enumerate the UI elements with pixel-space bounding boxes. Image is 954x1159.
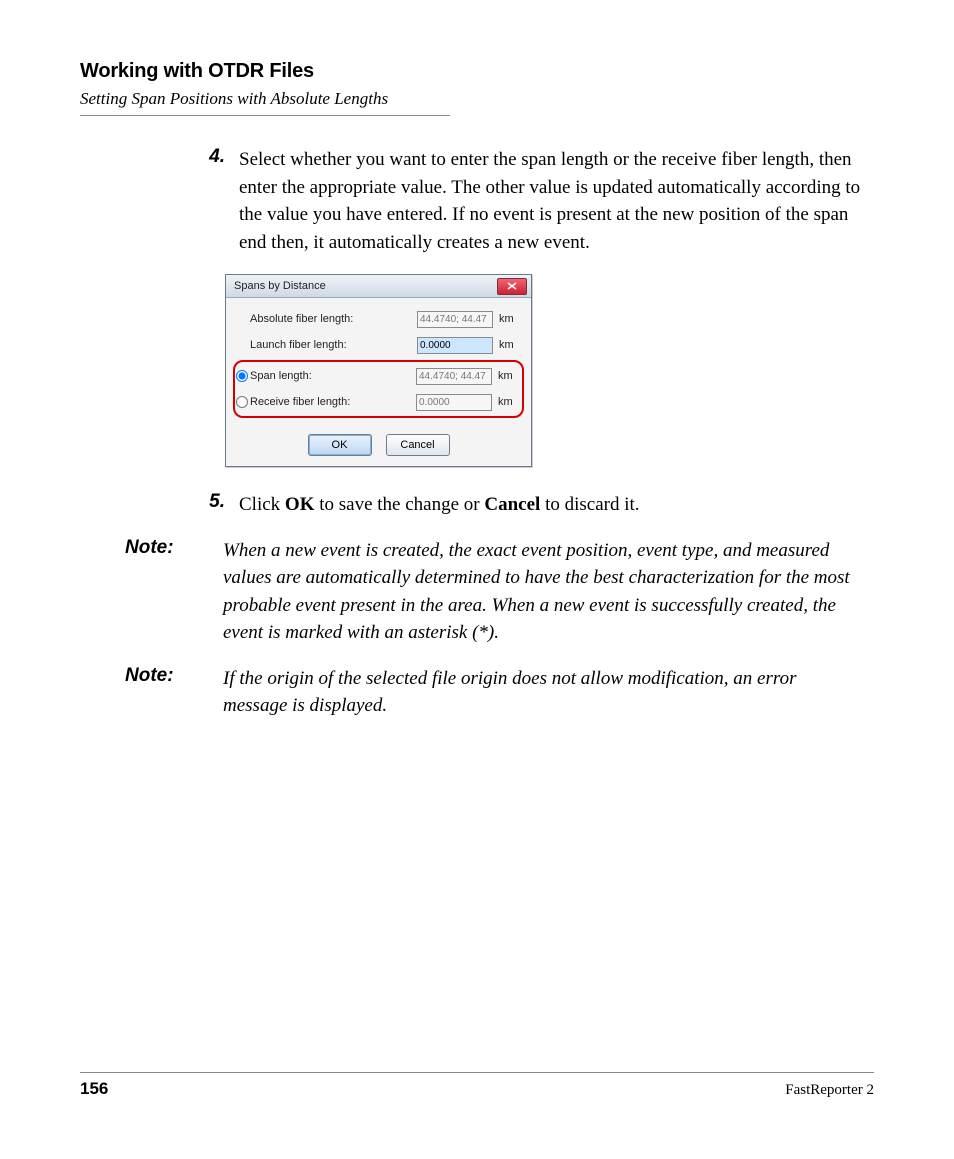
note-2: Note: If the origin of the selected file… [125,665,864,720]
page-heading: Working with OTDR Files [80,60,874,83]
product-name: FastReporter 2 [785,1082,874,1099]
dialog-titlebar[interactable]: Spans by Distance [226,275,531,298]
step-text: Select whether you want to enter the spa… [239,146,864,256]
label-launch-length: Launch fiber length: [250,339,417,351]
text-fragment: to save the change or [314,494,484,515]
footer-rule [80,1072,874,1073]
note-1: Note: When a new event is created, the e… [125,537,864,647]
ok-button[interactable]: OK [308,434,372,456]
close-icon[interactable] [497,278,527,295]
label-receive-length: Receive fiber length: [250,396,416,408]
text-fragment: to discard it. [540,494,639,515]
step-number: 4. [195,146,239,256]
note-label: Note: [125,537,223,647]
label-absolute-length: Absolute fiber length: [250,313,417,325]
step-4: 4. Select whether you want to enter the … [195,146,864,256]
highlight-box: Span length: km Receive fiber length: km [233,360,524,418]
row-receive-length[interactable]: Receive fiber length: km [236,389,520,415]
label-span-length: Span length: [250,370,416,382]
header-rule [80,115,450,116]
note-label: Note: [125,665,223,720]
step-text: Click OK to save the change or Cancel to… [239,491,864,519]
input-span-length[interactable] [416,368,492,385]
page-number: 156 [80,1079,108,1099]
step-5: 5. Click OK to save the change or Cancel… [195,491,864,519]
note-text: When a new event is created, the exact e… [223,537,864,647]
spans-by-distance-dialog: Spans by Distance Absolute fiber length:… [225,274,532,467]
row-span-length[interactable]: Span length: km [236,363,520,389]
step-number: 5. [195,491,239,519]
row-absolute-length: Absolute fiber length: km [236,306,521,332]
text-fragment: Click [239,494,285,515]
unit-km: km [493,313,521,325]
input-receive-length[interactable] [416,394,492,411]
cancel-button[interactable]: Cancel [386,434,450,456]
radio-span-length[interactable] [236,370,248,382]
unit-km: km [492,370,520,382]
radio-receive-length[interactable] [236,396,248,408]
unit-km: km [493,339,521,351]
note-text: If the origin of the selected file origi… [223,665,864,720]
row-launch-length: Launch fiber length: km [236,332,521,358]
input-absolute-length [417,311,493,328]
dialog-screenshot: Spans by Distance Absolute fiber length:… [225,274,864,467]
cancel-text: Cancel [484,494,540,515]
ok-text: OK [285,494,315,515]
unit-km: km [492,396,520,408]
dialog-title: Spans by Distance [234,280,326,292]
page-subheading: Setting Span Positions with Absolute Len… [80,89,874,109]
input-launch-length[interactable] [417,337,493,354]
